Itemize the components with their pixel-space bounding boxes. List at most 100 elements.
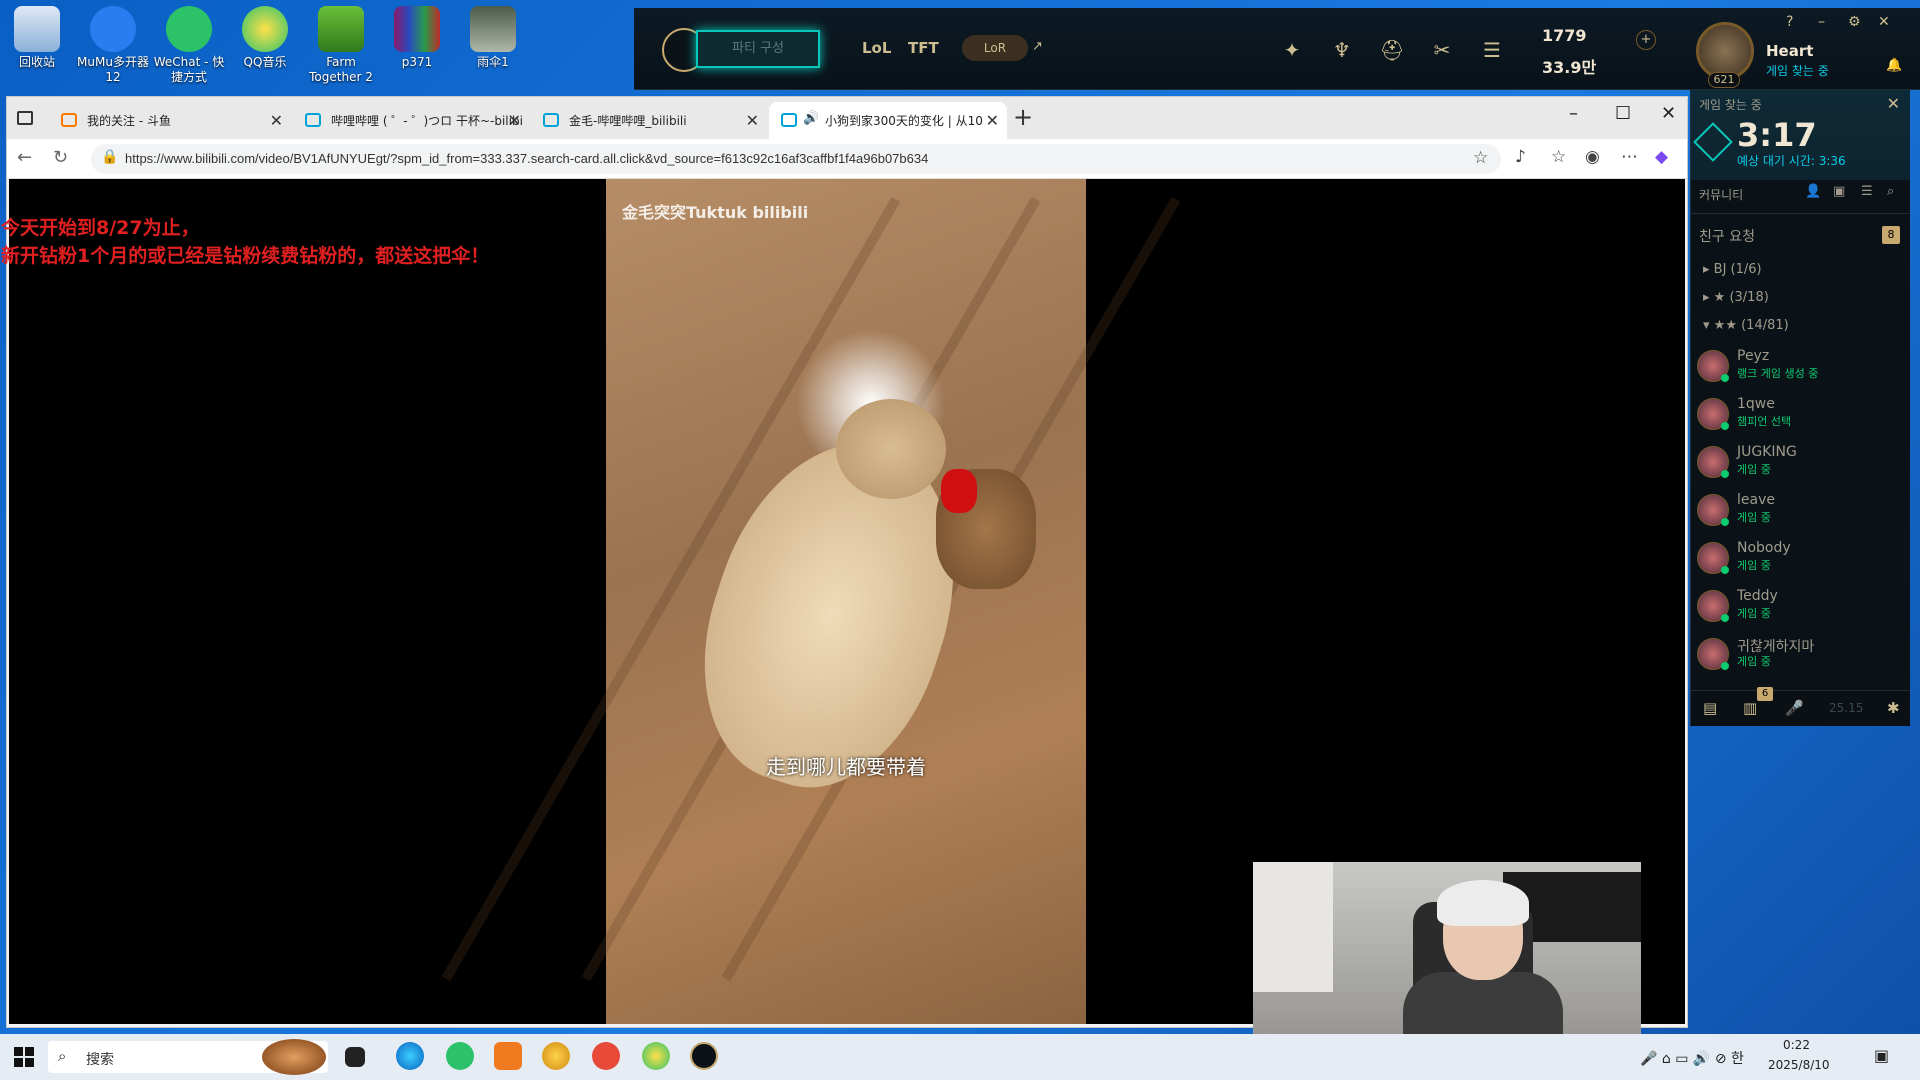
more-icon[interactable]: ⋯ [1621,147,1638,167]
tab-close-icon[interactable]: ✕ [508,111,521,130]
new-tab-button[interactable]: + [1013,103,1033,131]
friend-row[interactable]: 귀찮게하지마 게임 중 [1697,634,1897,678]
collection-icon[interactable]: ⛑ [1378,38,1406,64]
tab-actions-icon[interactable] [17,111,33,125]
friend-row[interactable]: Peyz 랭크 게임 생성 중 [1697,346,1897,390]
tab-close-icon[interactable]: ✕ [746,111,759,130]
bug-report-icon[interactable]: ✱ [1887,699,1900,717]
url-text[interactable]: https://www.bilibili.com/video/BV1AfUNYU… [125,151,928,166]
tab-bilibili-search[interactable]: 金毛-哔哩哔哩_bilibili ✕ [531,102,767,139]
nav-lol[interactable]: LoL [862,39,891,57]
qq-music-taskbar-icon[interactable] [642,1042,670,1070]
friend-requests-label[interactable]: 친구 요청 [1699,226,1755,246]
clock-date[interactable]: 2025/8/10 [1768,1058,1830,1072]
desktop-icon-farm-together[interactable]: Farm Together 2 [304,6,378,85]
tab-bilibili-home[interactable]: 哔哩哔哩 ( ゜- ゜)つロ 干杯~-bilibi ✕ [293,102,529,139]
tab-close-icon[interactable]: ✕ [986,111,999,130]
window-minimize-icon[interactable]: – [1569,103,1578,124]
lock-icon[interactable]: 🔒 [101,149,118,165]
friend-row[interactable]: leave 게임 중 [1697,490,1897,534]
desktop-icon-mumu[interactable]: MuMu多开器12 [76,6,150,85]
wechat-taskbar-icon[interactable] [446,1042,474,1070]
queue-cancel-icon[interactable]: ✕ [1887,94,1900,113]
mute-tray-icon[interactable]: ⊘ [1715,1051,1727,1067]
chat-icon[interactable]: ▤ [1703,699,1717,717]
desktop-icon-label: MuMu多开器12 [77,55,149,84]
league-taskbar-icon[interactable] [690,1042,718,1070]
winrar-icon [394,6,440,52]
system-tray[interactable]: 🎤 ⌂ ▭ 🔊 ⊘ 한 [1640,1048,1744,1068]
profile-icon[interactable]: ♆ [1328,38,1356,64]
windows-start-icon[interactable] [14,1047,34,1067]
volume-tray-icon[interactable]: 🔊 [1693,1051,1710,1067]
favorites-icon[interactable]: ☆ [1551,147,1566,167]
taskbar-search[interactable]: ⌕ 搜索 [48,1039,328,1075]
desktop-icon-qq-music[interactable]: QQ音乐 [228,6,302,70]
tab-bilibili-video[interactable]: 🔊 小狗到家300天的变化 | 从10 ✕ [769,102,1007,139]
social-footer: ▤ ▥ 6 🎤 25.15 ✱ [1691,687,1910,726]
search-icon[interactable]: ⌕ [1887,184,1894,199]
loot-icon[interactable]: ✂ [1428,38,1456,64]
blue-essence-value: 1779 [1542,26,1587,45]
online-dot [1721,422,1729,430]
chat-history-icon[interactable]: ▥ [1743,699,1757,717]
notification-center-icon[interactable]: ▣ [1874,1046,1889,1065]
store-icon[interactable]: ☰ [1478,38,1506,64]
group-one-star[interactable]: ▸ ★ (3/18) [1703,290,1769,305]
close-icon[interactable]: ✕ [1878,14,1890,30]
microphone-icon[interactable]: 🎤 [1785,699,1804,717]
nav-tft[interactable]: TFT [908,39,939,57]
network-tray-icon[interactable]: ⌂ [1662,1051,1671,1067]
app-taskbar-icon[interactable] [494,1042,522,1070]
home-icon[interactable]: ✦ [1278,38,1306,64]
friend-row[interactable]: 1qwe 챔피언 선택 [1697,394,1897,438]
friend-name: leave [1737,492,1775,508]
speaker-icon[interactable]: 🔊 [803,111,819,126]
tab-close-icon[interactable]: ✕ [270,111,283,130]
microphone-tray-icon[interactable]: 🎤 [1640,1051,1657,1067]
help-icon[interactable]: ? [1786,14,1793,30]
edge-icon[interactable] [396,1042,424,1070]
tab-title: 小狗到家300天的变化 | 从10 [825,114,983,128]
window-close-icon[interactable]: ✕ [1661,103,1676,124]
group-label: BJ (1/6) [1713,262,1762,277]
window-maximize-icon[interactable]: ☐ [1615,103,1631,124]
friend-row[interactable]: Nobody 게임 중 [1697,538,1897,582]
address-bar-row: ← ↻ 🔒 https://www.bilibili.com/video/BV1… [7,139,1687,179]
refresh-icon[interactable]: ↻ [53,147,68,168]
desktop-icon-umbrella[interactable]: 雨伞1 [456,6,530,70]
video-player[interactable]: 金毛突突Tuktuk bilibili 走到哪儿都要带着 [441,179,1181,1024]
group-bj[interactable]: ▸ BJ (1/6) [1703,262,1762,277]
douyu-taskbar-icon[interactable] [592,1042,620,1070]
settings-icon[interactable]: ⚙ [1848,14,1861,30]
friend-row[interactable]: JUGKING 게임 중 [1697,442,1897,486]
group-two-star[interactable]: ▾ ★★ (14/81) [1703,318,1789,333]
add-folder-icon[interactable]: ▣ [1833,184,1845,199]
media-taskbar-icon[interactable] [542,1042,570,1070]
play-button[interactable]: 파티 구성 [696,30,820,68]
profile-icon[interactable]: ◉ [1585,147,1600,167]
task-view-icon[interactable] [345,1047,365,1067]
nav-lor[interactable]: LoR [962,35,1028,61]
desktop-icon-label: 回收站 [18,55,55,69]
back-icon[interactable]: ← [17,147,32,168]
desktop-icon-p371[interactable]: p371 [380,6,454,70]
desktop-icon-wechat[interactable]: WeChat - 快捷方式 [152,6,226,85]
notification-bell-icon[interactable]: 🔔 [1886,58,1902,73]
copilot-icon[interactable]: ◆ [1655,147,1668,167]
url-field[interactable]: 🔒 https://www.bilibili.com/video/BV1AfUN… [91,144,1501,174]
desktop-icon-recycle-bin[interactable]: 回收站 [0,6,74,70]
buy-rp-button[interactable]: + [1636,30,1656,50]
online-dot [1721,566,1729,574]
favorite-star-icon[interactable]: ☆ [1473,148,1488,168]
clock-time[interactable]: 0:22 [1783,1038,1810,1052]
input-language[interactable]: 한 [1731,1051,1744,1067]
tab-douyu[interactable]: 我的关注 - 斗鱼 ✕ [49,102,291,139]
read-aloud-icon[interactable]: ♪ [1515,147,1526,167]
list-view-icon[interactable]: ☰ [1861,184,1873,199]
add-friend-icon[interactable]: 👤 [1805,184,1821,199]
friend-row[interactable]: Teddy 게임 중 [1697,586,1897,630]
display-tray-icon[interactable]: ▭ [1675,1051,1688,1067]
webcam-person-hair [1437,880,1529,926]
minimize-icon[interactable]: – [1818,14,1825,30]
